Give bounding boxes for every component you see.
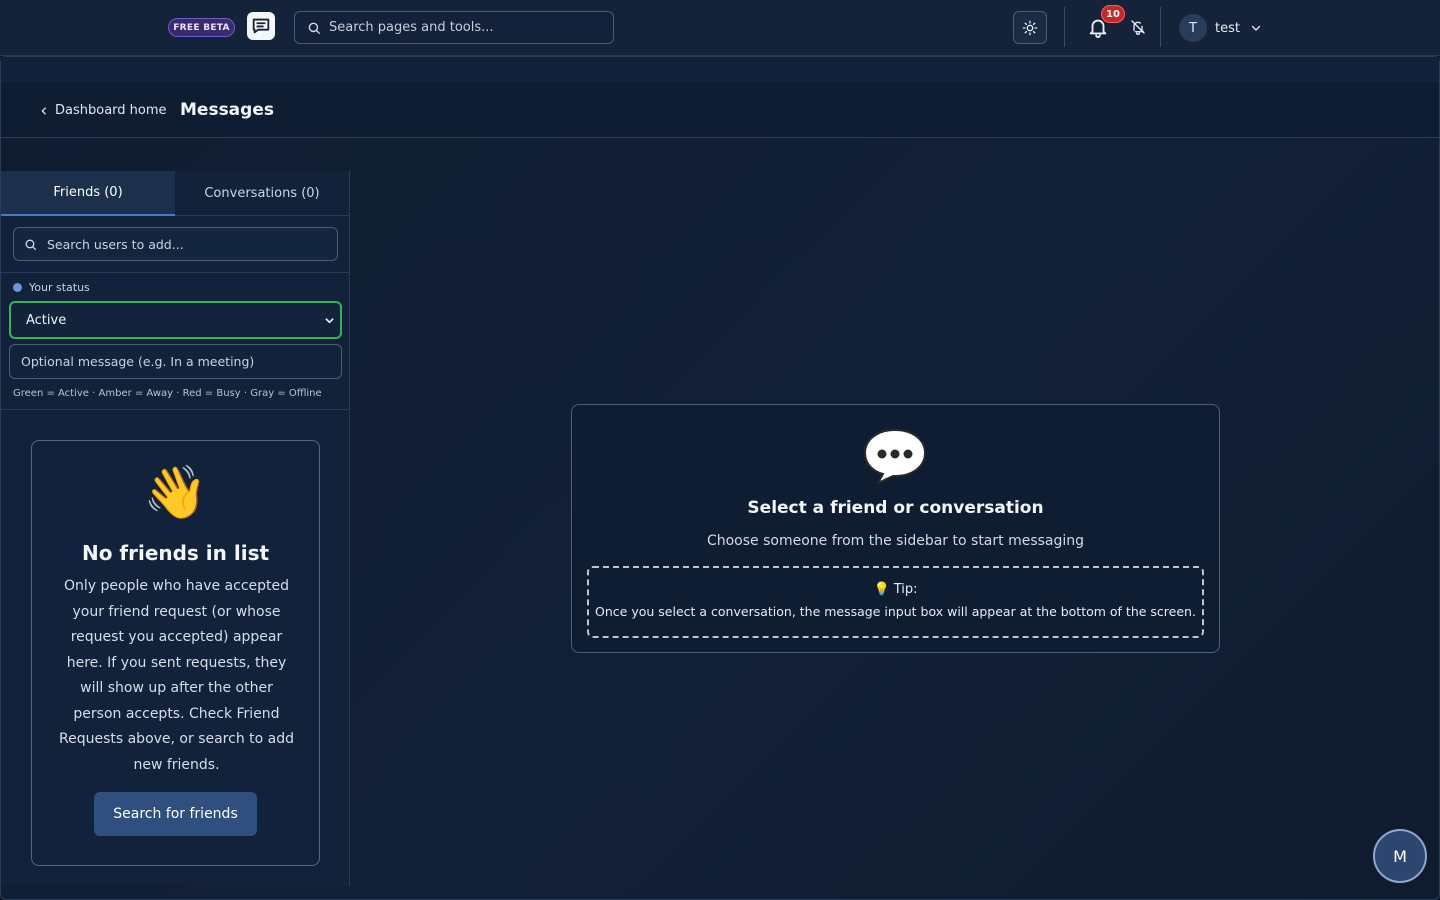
- status-legend: Green = Active · Amber = Away · Red = Bu…: [13, 388, 322, 399]
- user-menu[interactable]: T test: [1179, 13, 1262, 43]
- search-icon: [25, 239, 37, 250]
- tab-conversations[interactable]: Conversations (0): [175, 171, 349, 216]
- bell-off-icon: [1131, 20, 1145, 35]
- tip-text: Once you select a conversation, the mess…: [595, 604, 1196, 619]
- status-dot: [13, 283, 22, 292]
- no-selection-subtitle: Choose someone from the sidebar to start…: [706, 533, 1085, 549]
- page-header: Dashboard home Messages: [1, 82, 1439, 138]
- free-beta-badge: FREE BETA: [168, 18, 235, 37]
- header-strip: [1, 57, 1439, 82]
- back-link-label: Dashboard home: [55, 103, 167, 118]
- sun-icon: [1022, 20, 1038, 35]
- chevron-down-icon: [1251, 25, 1261, 31]
- page-title: Messages: [180, 100, 274, 120]
- main-panel: Dashboard home Messages Friends (0) Conv…: [0, 56, 1440, 900]
- notification-count-badge: 10: [1101, 5, 1125, 23]
- chat-app-icon[interactable]: [247, 12, 275, 40]
- global-search-input[interactable]: [329, 20, 599, 35]
- avatar: T: [1179, 14, 1207, 42]
- empty-state-body: Only people who have accepted your frien…: [58, 578, 295, 773]
- no-selection-title: Select a friend or conversation: [747, 498, 1044, 518]
- global-search[interactable]: [294, 11, 614, 44]
- floating-assistant-button[interactable]: M: [1373, 829, 1427, 883]
- tip-box: 💡 Tip: Once you select a conversation, t…: [587, 566, 1204, 638]
- search-icon: [308, 22, 320, 34]
- status-label-text: Your status: [29, 281, 90, 294]
- divider: [1, 272, 349, 273]
- status-message-field[interactable]: [9, 344, 342, 379]
- divider: [1064, 7, 1065, 47]
- status-select-value: Active: [26, 312, 67, 328]
- speech-bubble-icon: [863, 428, 927, 485]
- search-for-friends-button[interactable]: Search for friends: [94, 792, 257, 836]
- empty-state-title: No friends in list: [81, 541, 270, 565]
- status-label: Your status: [13, 281, 90, 294]
- user-search-input[interactable]: [47, 236, 317, 252]
- waving-hand-icon: 👋: [143, 463, 208, 523]
- back-to-dashboard-link[interactable]: Dashboard home: [39, 103, 167, 118]
- chevron-down-icon: [325, 318, 334, 324]
- theme-toggle-button[interactable]: [1013, 11, 1047, 44]
- status-select[interactable]: Active: [9, 301, 342, 339]
- empty-friends-card: 👋 No friends in list Only people who hav…: [31, 440, 320, 866]
- messages-sidebar: Friends (0) Conversations (0) Your statu…: [1, 171, 350, 886]
- no-selection-card: Select a friend or conversation Choose s…: [571, 404, 1220, 653]
- mute-notifications-button[interactable]: [1128, 17, 1148, 37]
- tab-friends[interactable]: Friends (0): [1, 171, 175, 216]
- chevron-left-icon: [41, 106, 46, 115]
- divider: [1160, 7, 1161, 47]
- tip-heading: 💡 Tip:: [873, 582, 918, 597]
- user-name: test: [1215, 20, 1240, 36]
- sidebar-tabs: Friends (0) Conversations (0): [1, 171, 349, 216]
- status-message-input[interactable]: [21, 354, 331, 369]
- user-search[interactable]: [13, 227, 338, 261]
- top-bar: FREE BETA 10: [0, 0, 1440, 56]
- divider: [1, 409, 349, 410]
